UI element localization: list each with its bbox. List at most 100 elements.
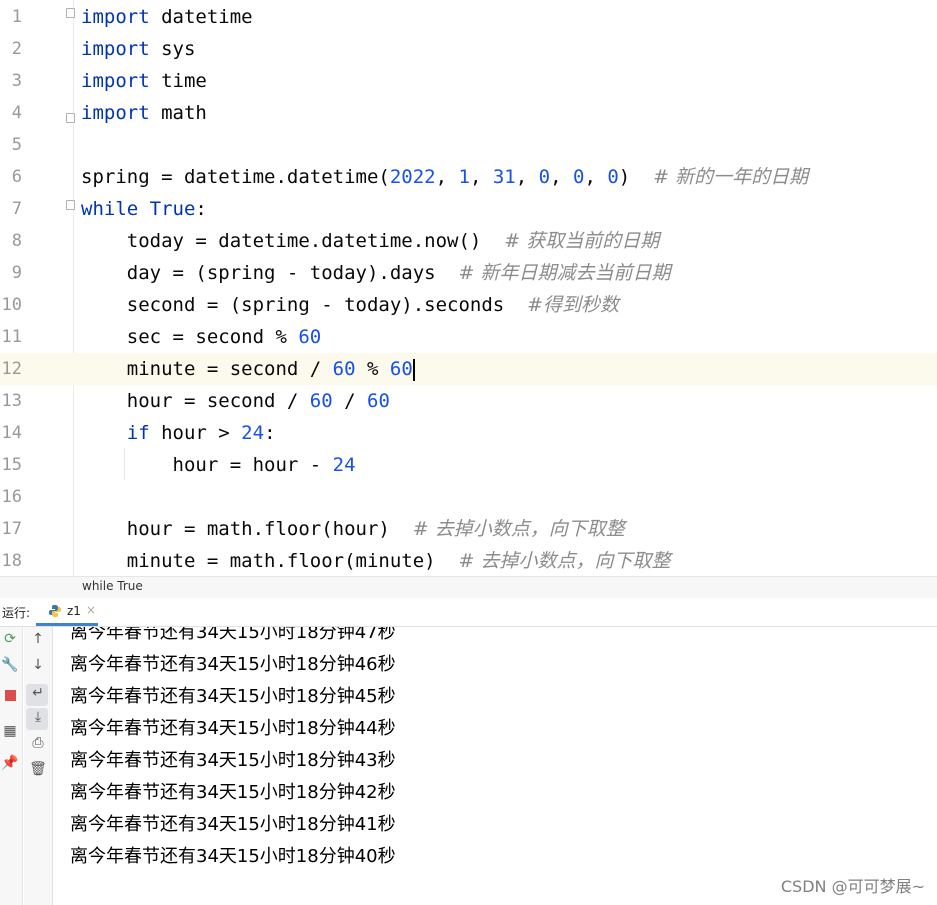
console-output-line: 离今年春节还有34天15小时18分钟46秒 <box>70 654 396 675</box>
code-line[interactable]: 6 spring = datetime.datetime(2022, 1, 31,… <box>0 161 937 193</box>
code-token: , <box>584 166 608 188</box>
code-keyword: import <box>81 6 150 28</box>
code-number: 0 <box>607 166 619 188</box>
code-token: spring = datetime.datetime( <box>81 166 390 188</box>
code-text: import sys <box>81 33 195 65</box>
breadcrumb[interactable]: while True <box>82 579 143 593</box>
code-keyword: import <box>81 70 150 92</box>
code-editor[interactable]: 1 import datetime 2 import sys 3 import time 4… <box>0 0 937 576</box>
line-number: 9 <box>11 263 22 283</box>
code-line[interactable]: 15 hour = hour - 24 <box>0 449 937 481</box>
code-line[interactable]: 13 hour = second / 60 / 60 <box>0 385 937 417</box>
run-label: 运行: <box>2 606 31 620</box>
code-token: hour = second / <box>81 390 310 412</box>
run-tab-z1[interactable]: z1 × <box>36 598 98 626</box>
code-text: spring = datetime.datetime(2022, 1, 31, … <box>81 161 808 193</box>
code-text: if hour > 24: <box>81 417 276 449</box>
code-text: import math <box>81 97 207 129</box>
console-output-line: 离今年春节还有34天15小时18分钟47秒 <box>70 627 396 643</box>
code-token: : <box>195 198 207 220</box>
python-icon <box>49 605 61 617</box>
code-line[interactable]: 3 import time <box>0 65 937 97</box>
fold-marker-icon[interactable] <box>66 8 75 18</box>
arrow-up-icon[interactable]: ↑ <box>28 631 48 647</box>
code-token: ) <box>618 166 654 188</box>
code-line[interactable]: 16 <box>0 481 937 513</box>
line-number: 2 <box>11 39 22 59</box>
code-line[interactable]: 14 if hour > 24: <box>0 417 937 449</box>
code-comment: # 去掉小数点，向下取整 <box>458 550 671 572</box>
scroll-to-end-icon[interactable]: ⤓ <box>28 709 48 725</box>
console-output-line: 离今年春节还有34天15小时18分钟43秒 <box>70 750 396 771</box>
pin-icon[interactable]: 📌 <box>0 755 20 771</box>
code-token: today = datetime.datetime.now() <box>81 230 505 252</box>
line-number: 3 <box>11 71 22 91</box>
line-number: 1 <box>11 7 22 27</box>
line-number: 15 <box>1 455 22 475</box>
line-number: 6 <box>11 167 22 187</box>
arrow-down-icon[interactable]: ↓ <box>28 657 48 673</box>
code-token: minute = second / <box>81 358 333 380</box>
code-line[interactable]: 4 import math <box>0 97 937 129</box>
code-token: second = (spring - today).seconds <box>81 294 528 316</box>
code-keyword: import <box>81 102 150 124</box>
code-token: / <box>332 390 367 412</box>
code-token: minute = math.floor(minute) <box>81 550 459 572</box>
code-line[interactable]: 5 <box>0 129 937 161</box>
soft-wrap-icon[interactable]: ↵ <box>28 685 48 701</box>
console-output-line: 离今年春节还有34天15小时18分钟40秒 <box>70 846 396 867</box>
code-text: day = (spring - today).days # 新年日期减去当前日期 <box>81 257 671 289</box>
run-console-output[interactable]: 离今年春节还有34天15小时18分钟47秒离今年春节还有34天15小时18分钟4… <box>53 627 937 905</box>
line-number: 4 <box>11 103 22 123</box>
code-line[interactable]: 2 import sys <box>0 33 937 65</box>
wrench-icon[interactable]: 🔧 <box>0 657 20 673</box>
breadcrumb-bar: while True <box>0 576 937 599</box>
code-keyword: True <box>149 198 196 220</box>
code-number: 1 <box>458 166 470 188</box>
code-text: hour = second / 60 / 60 <box>81 385 390 417</box>
code-number: 2022 <box>389 166 436 188</box>
line-number: 14 <box>1 423 22 443</box>
code-line[interactable]: 11 sec = second % 60 <box>0 321 937 353</box>
code-comment: # 获取当前的日期 <box>504 230 660 252</box>
code-token: datetime <box>149 6 253 28</box>
code-token: day = (spring - today).days <box>81 262 459 284</box>
code-comment: # 去掉小数点，向下取整 <box>412 518 625 540</box>
console-output-line: 离今年春节还有34天15小时18分钟45秒 <box>70 686 396 707</box>
code-line[interactable]: 18 minute = math.floor(minute) # 去掉小数点，向… <box>0 545 937 576</box>
console-output-line: 离今年春节还有34天15小时18分钟41秒 <box>70 814 396 835</box>
print-icon[interactable]: ⎙ <box>28 735 48 751</box>
code-token: hour = math.floor(hour) <box>81 518 413 540</box>
code-text: minute = math.floor(minute) # 去掉小数点，向下取整 <box>81 545 671 576</box>
code-line[interactable]: 12 minute = second / 60 % 60 <box>0 353 937 385</box>
rerun-icon[interactable]: ⟳ <box>0 631 20 647</box>
code-line[interactable]: 1 import datetime <box>0 1 937 33</box>
code-token: hour > <box>149 422 242 444</box>
line-number: 16 <box>1 487 22 507</box>
code-token: , <box>550 166 573 188</box>
code-text: while True: <box>81 193 207 225</box>
code-line[interactable]: 8 today = datetime.datetime.now() # 获取当前… <box>0 225 937 257</box>
run-panel-header: 运行: z1 × <box>0 598 937 627</box>
layout-icon[interactable]: ▦ <box>0 723 20 739</box>
code-comment: # 新的一年的日期 <box>653 166 809 188</box>
text-caret <box>412 358 415 381</box>
code-line[interactable]: 7 while True: <box>0 193 937 225</box>
code-token: , <box>435 166 459 188</box>
fold-marker-icon[interactable] <box>66 200 75 210</box>
trash-icon[interactable]: 🗑 <box>28 761 48 777</box>
code-token: : <box>264 422 276 444</box>
code-line[interactable]: 9 day = (spring - today).days # 新年日期减去当前… <box>0 257 937 289</box>
code-text: hour = math.floor(hour) # 去掉小数点，向下取整 <box>81 513 625 545</box>
code-number: 24 <box>241 422 265 444</box>
code-line[interactable]: 17 hour = math.floor(hour) # 去掉小数点，向下取整 <box>0 513 937 545</box>
stop-icon[interactable] <box>0 689 20 705</box>
fold-marker-icon[interactable] <box>66 113 75 123</box>
watermark: CSDN @可可梦展~ <box>780 877 925 896</box>
code-token: , <box>515 166 539 188</box>
close-icon[interactable]: × <box>86 603 96 617</box>
line-number: 8 <box>11 231 22 251</box>
line-number: 10 <box>1 295 22 315</box>
code-line[interactable]: 10 second = (spring - today).seconds #得到… <box>0 289 937 321</box>
